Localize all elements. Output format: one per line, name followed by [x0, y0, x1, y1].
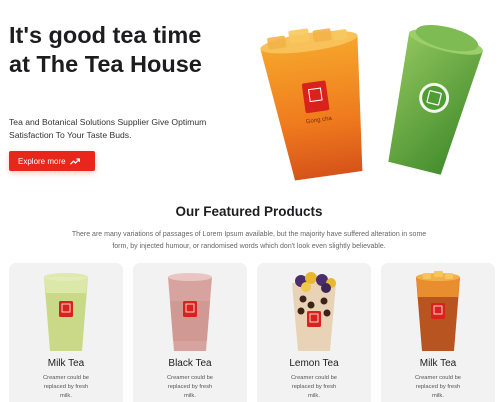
product-description: Creamer could be replaced by fresh milk.: [290, 375, 338, 399]
product-card-4[interactable]: Milk Tea Creamer could be replaced by fr…: [381, 263, 495, 402]
milk-tea-cup-image: [44, 273, 88, 351]
featured-products-title: Our Featured Products: [175, 204, 323, 219]
product-cards: Milk Tea Creamer could be replaced by fr…: [9, 263, 495, 402]
product-name: Black Tea: [168, 358, 212, 369]
product-card-3[interactable]: Lemon Tea Creamer could be replaced by f…: [257, 263, 371, 402]
product-description: Creamer could be replaced by fresh milk.: [42, 375, 90, 399]
product-name: Lemon Tea: [289, 358, 339, 369]
green-tea-cup: [388, 25, 483, 175]
product-description: Creamer could be replaced by fresh milk.: [166, 375, 214, 399]
milk-tea-cup-image: [416, 271, 460, 351]
black-tea-cup-image: [168, 273, 212, 351]
lemon-tea-cup-image: [292, 272, 336, 351]
trending-up-icon: [69, 157, 80, 165]
product-name: Milk Tea: [419, 358, 457, 369]
hero-drinks-image: Gong cha: [260, 25, 483, 181]
product-name: Milk Tea: [47, 358, 85, 369]
hero-subtitle: Tea and Botanical Solutions Supplier Giv…: [9, 117, 207, 140]
featured-products-description: There are many variations of passages of…: [71, 231, 427, 250]
hero-title: It's good tea time at The Tea House: [9, 22, 202, 77]
product-card-1[interactable]: Milk Tea Creamer could be replaced by fr…: [9, 263, 123, 402]
product-card-2[interactable]: Black Tea Creamer could be replaced by f…: [133, 263, 247, 402]
orange-tea-cup: Gong cha: [260, 28, 363, 181]
explore-more-label: Explore more: [18, 156, 66, 166]
explore-more-button[interactable]: Explore more: [9, 151, 95, 171]
product-description: Creamer could be replaced by fresh milk.: [414, 375, 462, 399]
